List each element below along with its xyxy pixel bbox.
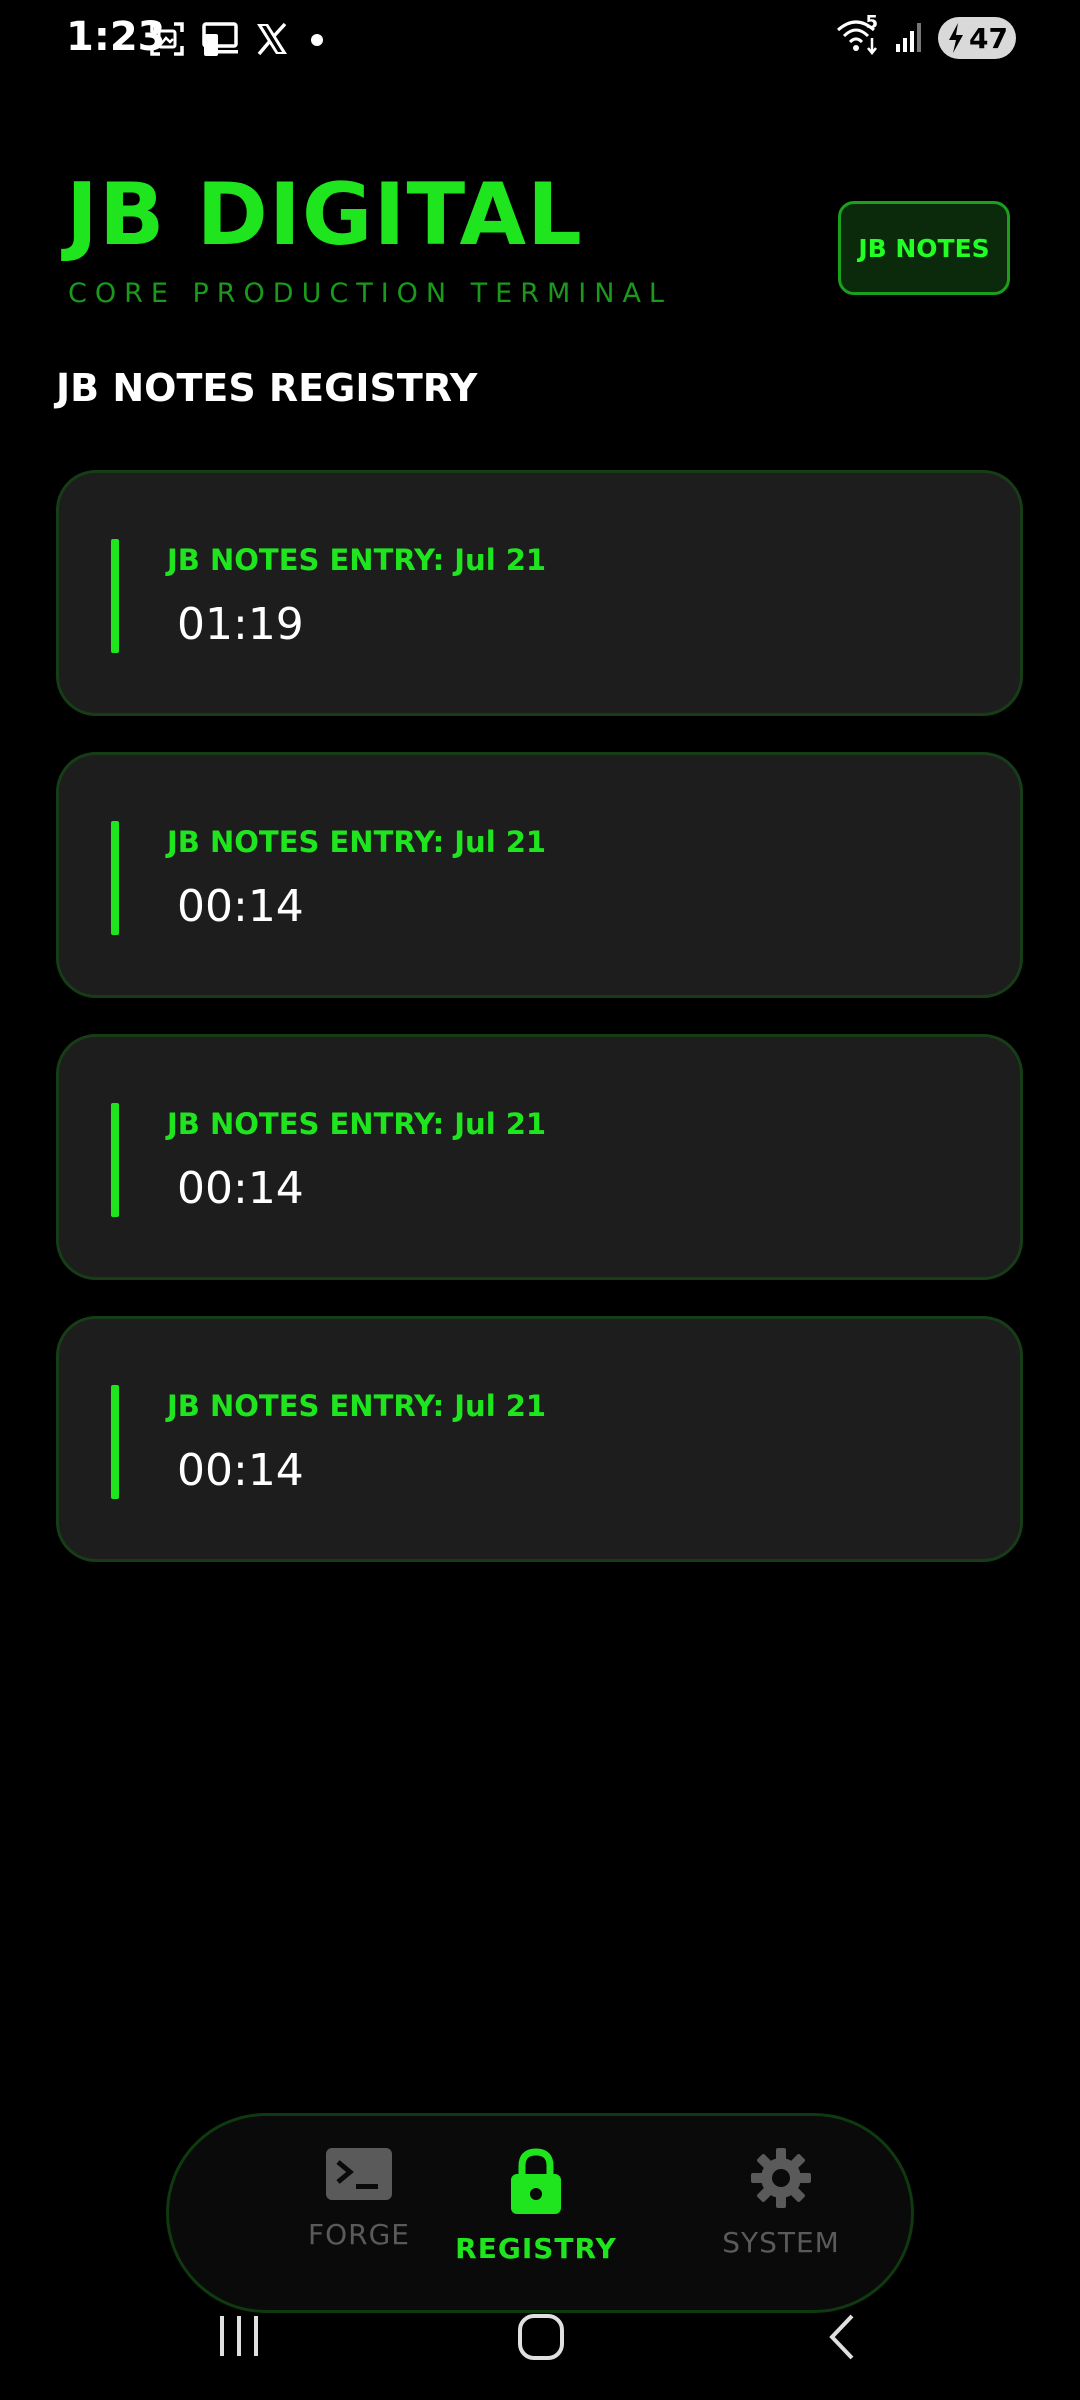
app-subtitle: CORE PRODUCTION TERMINAL [68, 278, 672, 309]
entry-time: 00:14 [177, 1163, 304, 1214]
card-accent-bar [111, 539, 119, 653]
status-icons-right: 5 47 [836, 12, 1016, 60]
battery-icon: 47 [938, 17, 1016, 59]
battery-level: 47 [969, 21, 1008, 55]
status-icons-left [148, 20, 330, 62]
entry-card[interactable]: JB NOTES ENTRY: Jul 21 00:14 [56, 752, 1023, 998]
recent-apps-icon[interactable] [216, 2314, 262, 2362]
wifi-icon: 5 [836, 12, 880, 60]
app-title: JB DIGITAL [66, 165, 583, 265]
gear-icon [749, 2148, 813, 2214]
x-logo-icon [254, 21, 290, 61]
section-title: JB NOTES REGISTRY [56, 366, 478, 410]
status-bar: 1:23 5 47 [0, 0, 1080, 80]
home-icon[interactable] [516, 2312, 566, 2366]
lock-icon [506, 2148, 566, 2220]
entry-card[interactable]: JB NOTES ENTRY: Jul 21 00:14 [56, 1316, 1023, 1562]
back-icon[interactable] [822, 2312, 862, 2366]
entry-label: JB NOTES ENTRY: Jul 21 [167, 1107, 547, 1141]
entry-label: JB NOTES ENTRY: Jul 21 [167, 1389, 547, 1423]
entry-card[interactable]: JB NOTES ENTRY: Jul 21 00:14 [56, 1034, 1023, 1280]
nav-item-forge[interactable]: FORGE [259, 2146, 459, 2251]
entry-label: JB NOTES ENTRY: Jul 21 [167, 543, 547, 577]
nav-label: SYSTEM [722, 2226, 840, 2259]
jb-notes-button[interactable]: JB NOTES [838, 201, 1010, 295]
nav-label: REGISTRY [455, 2232, 617, 2265]
card-accent-bar [111, 821, 119, 935]
notification-dot-icon [304, 21, 330, 61]
charging-icon [946, 21, 966, 62]
entry-time: 01:19 [177, 599, 304, 650]
bottom-nav: FORGE REGISTRY SYSTEM [166, 2113, 914, 2313]
entry-label: JB NOTES ENTRY: Jul 21 [167, 825, 547, 859]
system-nav-bar [0, 2300, 1080, 2400]
nav-item-registry[interactable]: REGISTRY [436, 2146, 636, 2265]
card-accent-bar [111, 1103, 119, 1217]
signal-icon [894, 18, 924, 58]
nav-label: FORGE [308, 2218, 410, 2251]
cast-icon [200, 20, 240, 62]
nav-item-system[interactable]: SYSTEM [681, 2146, 881, 2259]
entry-time: 00:14 [177, 1445, 304, 1496]
card-accent-bar [111, 1385, 119, 1499]
entry-time: 00:14 [177, 881, 304, 932]
screenshot-icon [148, 20, 186, 62]
terminal-icon [324, 2148, 394, 2206]
wifi-badge: 5 [865, 12, 878, 33]
entry-card[interactable]: JB NOTES ENTRY: Jul 21 01:19 [56, 470, 1023, 716]
